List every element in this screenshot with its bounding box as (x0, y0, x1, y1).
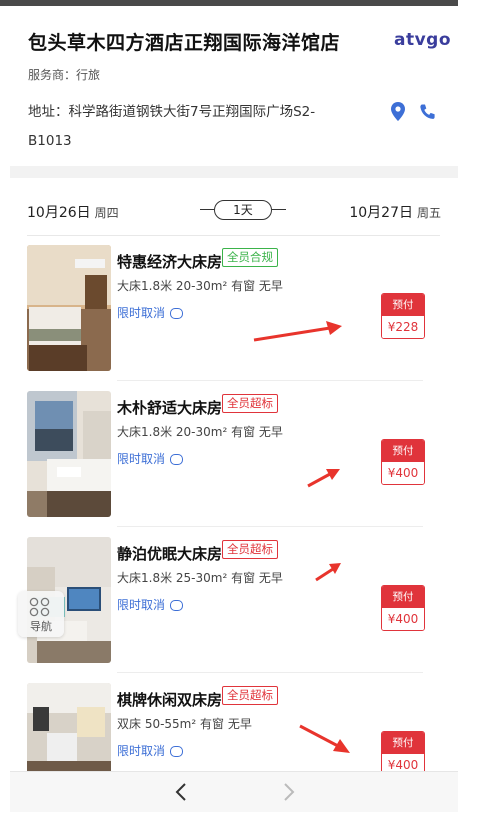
checkout-date-text: 10月27日 (349, 205, 413, 221)
room-photo (27, 683, 111, 781)
cancel-policy[interactable]: 限时取消 (117, 742, 184, 759)
hotel-name: 包头草木四方酒店正翔国际海洋馆店 (28, 32, 341, 54)
nights-count: 1天 (214, 200, 272, 220)
policy-tag: 全员超标 (222, 686, 278, 705)
room-name: 木朴舒适大床房 (117, 399, 223, 417)
prepay-label: 预付 (382, 586, 424, 608)
back-arrow-icon[interactable] (170, 780, 194, 804)
annotation-arrow-icon (307, 469, 340, 488)
room-spec: 大床1.8米 25-30m² 有窗 无早 (117, 571, 283, 585)
cancel-policy-text: 限时取消 (117, 744, 166, 758)
room-price: ¥228 (382, 316, 424, 338)
room-photo (27, 391, 111, 517)
chat-bubble-icon[interactable] (170, 308, 184, 319)
room-photo (27, 245, 111, 371)
book-button[interactable]: 预付 ¥400 (381, 439, 425, 485)
annotation-arrow-icon (253, 321, 342, 342)
service-provider: 服务商：行旅 (28, 68, 101, 82)
room-spec: 大床1.8米 20-30m² 有窗 无早 (117, 425, 283, 439)
cancel-policy-text: 限时取消 (117, 598, 166, 612)
forward-arrow-icon[interactable] (276, 780, 300, 804)
prepay-label: 预付 (382, 440, 424, 462)
section-separator (10, 166, 458, 178)
chat-bubble-icon[interactable] (170, 454, 184, 465)
phone-icon[interactable] (419, 103, 437, 121)
prepay-label: 预付 (382, 732, 424, 754)
bottom-nav-bar (10, 771, 458, 812)
policy-tag: 全员超标 (222, 540, 278, 559)
policy-tag: 全员超标 (222, 394, 278, 413)
room-spec: 双床 50-55m² 有窗 无早 (117, 717, 252, 731)
annotation-arrow-icon (299, 724, 350, 753)
room-price: ¥400 (382, 462, 424, 484)
nav-label: 导航 (30, 620, 52, 633)
book-button[interactable]: 预付 ¥400 (381, 585, 425, 631)
chat-bubble-icon[interactable] (170, 746, 184, 757)
grid-icon (29, 597, 50, 617)
checkin-date[interactable]: 10月26日 周四 (27, 202, 119, 222)
room-name: 特惠经济大床房 (117, 253, 223, 271)
prepay-label: 预付 (382, 294, 424, 316)
cancel-policy-text: 限时取消 (117, 306, 166, 320)
room-item[interactable]: 特惠经济大床房 全员合规 大床1.8米 20-30m² 有窗 无早 限时取消 预… (10, 235, 458, 381)
location-pin-icon[interactable] (390, 102, 406, 122)
page-margin (458, 0, 482, 811)
room-item[interactable]: 静泊优眠大床房 全员超标 大床1.8米 25-30m² 有窗 无早 限时取消 预… (10, 527, 458, 673)
hotel-address: 地址：科学路街道钢铁大街7号正翔国际广场S2-B1013 (28, 104, 316, 149)
hotel-header: 包头草木四方酒店正翔国际海洋馆店 atvgo 服务商：行旅 地址：科学路街道钢铁… (10, 6, 458, 166)
annotation-arrow-icon (315, 563, 341, 582)
floating-nav-button[interactable]: 导航 (18, 591, 64, 637)
policy-tag: 全员合规 (222, 248, 278, 267)
date-selector[interactable]: 10月26日 周四 1天 10月27日 周五 (10, 178, 458, 236)
cancel-policy-text: 限时取消 (117, 452, 166, 466)
room-name: 静泊优眠大床房 (117, 545, 223, 563)
checkout-weekday: 周五 (416, 206, 441, 220)
checkin-date-text: 10月26日 (27, 205, 91, 221)
room-spec: 大床1.8米 20-30m² 有窗 无早 (117, 279, 283, 293)
book-button[interactable]: 预付 ¥228 (381, 293, 425, 339)
room-item[interactable]: 木朴舒适大床房 全员超标 大床1.8米 20-30m² 有窗 无早 限时取消 预… (10, 381, 458, 527)
room-name: 棋牌休闲双床房 (117, 691, 223, 709)
room-price: ¥400 (382, 608, 424, 630)
cancel-policy[interactable]: 限时取消 (117, 304, 184, 321)
nights-indicator: 1天 (200, 200, 286, 220)
chat-bubble-icon[interactable] (170, 600, 184, 611)
brand-logo: atvgo (394, 30, 452, 50)
cancel-policy[interactable]: 限时取消 (117, 450, 184, 467)
checkout-date[interactable]: 10月27日 周五 (349, 202, 441, 222)
cancel-policy[interactable]: 限时取消 (117, 596, 184, 613)
checkin-weekday: 周四 (94, 206, 119, 220)
